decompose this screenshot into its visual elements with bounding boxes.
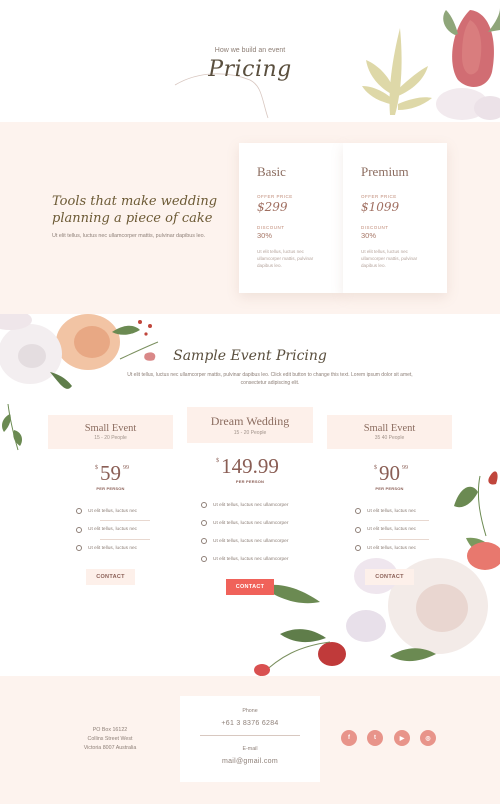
per-person-label: PER PERSON [96,486,125,491]
currency-symbol: $ [216,458,220,464]
feature-list: Ut elit tellus, luctus nec Ut elit tellu… [48,502,173,557]
footer: PO Box 16122 Collins Street West Victori… [0,676,500,804]
tier-header: Dream Wedding 15 - 20 People [187,407,313,443]
address: PO Box 16122 Collins Street West Victori… [74,726,146,753]
feature-item[interactable]: Ut elit tellus, luctus nec ullamcorper [201,532,313,550]
feature-item[interactable]: Ut elit tellus, luctus nec [355,521,452,539]
card-description: Ut elit tellus, luctus nec ullamcorper m… [361,249,418,268]
contact-button[interactable]: CONTACT [86,569,135,585]
tier-price: $ 59 99 [95,461,129,486]
phone-label: Phone [242,708,258,714]
discount-label: DISCOUNT [361,225,389,230]
phone-number[interactable]: +61 3 8376 6284 [180,720,320,727]
feature-item[interactable]: Ut elit tellus, luctus nec [76,502,173,520]
price-value: 90 [379,461,400,485]
feature-item[interactable]: Ut elit tellus, luctus nec ullamcorper [201,550,313,568]
tier-people: 15 - 20 People [94,435,127,441]
tier-people: 15 - 20 People [233,430,267,436]
card-title: Basic [257,164,286,179]
tier-name: Dream Wedding [210,414,290,428]
radio-icon[interactable] [76,545,82,551]
feature-item[interactable]: Ut elit tellus, luctus nec ullamcorper [201,514,313,532]
offer-price: $1099 [361,200,400,214]
radio-icon[interactable] [355,508,361,514]
feature-item[interactable]: Ut elit tellus, luctus nec [355,539,452,557]
offer-price-label: OFFER PRICE [361,194,397,199]
feature-item[interactable]: Ut elit tellus, luctus nec [76,521,173,539]
radio-icon[interactable] [355,526,361,533]
card-description: Ut elit tellus, luctus nec ullamcorper m… [257,249,314,268]
instagram-icon[interactable]: ◎ [420,730,436,746]
contact-card: Phone +61 3 8376 6284 E-mail mail@gmail.… [180,696,320,782]
feature-text: Ut elit tellus, luctus nec ullamcorper [213,556,289,562]
pricing-tier-small-event-2: Small Event 35 40 People $ 90 99 PER PER… [327,415,452,585]
feature-text: Ut elit tellus, luctus nec ullamcorper [213,502,289,508]
offer-price-label: OFFER PRICE [257,194,293,199]
per-person-label: PER PERSON [375,486,404,491]
radio-icon[interactable] [201,556,207,562]
feature-item[interactable]: Ut elit tellus, luctus nec ullamcorper [201,496,313,514]
radio-icon[interactable] [201,520,207,526]
feature-item[interactable]: Ut elit tellus, luctus nec [355,502,452,520]
pricing-tier-dream-wedding: Dream Wedding 15 - 20 People $ 149.99 PE… [187,407,313,595]
feature-text: Ut elit tellus, luctus nec [88,545,138,551]
address-line: Victoria 8007 Australia [83,745,137,751]
email-address[interactable]: mail@gmail.com [180,758,320,765]
tier-price: $ 90 99 [374,461,408,486]
feature-item[interactable]: Ut elit tellus, luctus nec [76,539,173,557]
discount-label: DISCOUNT [257,225,285,230]
price-value: 59 [100,461,121,485]
page-title: Pricing [208,57,292,82]
discount-value: 30% [361,231,377,240]
hero-section: How we build an event Pricing [0,0,500,122]
email-label: E-mail [242,745,258,752]
contact-button[interactable]: CONTACT [365,569,414,585]
facebook-icon[interactable]: f [341,730,357,746]
address-line: PO Box 16122 [92,727,128,733]
sample-pricing-description: Ut elit tellus, luctus nec ullamcorper m… [127,372,413,386]
feature-text: Ut elit tellus, luctus nec ullamcorper [213,520,289,526]
radio-icon[interactable] [355,545,361,551]
address-line: Collins Street West [87,736,133,742]
tools-heading: Tools that make wedding planning a piece… [52,194,218,226]
feature-text: Ut elit tellus, luctus nec [88,508,138,514]
feature-list: Ut elit tellus, luctus nec Ut elit tellu… [327,502,452,557]
price-cents: 99 [123,465,129,471]
feature-text: Ut elit tellus, luctus nec ullamcorper [213,538,289,544]
radio-icon[interactable] [201,538,207,544]
tier-name: Small Event [84,423,137,434]
offer-price: $299 [257,200,288,214]
radio-icon[interactable] [201,502,207,508]
sample-pricing-title: Sample Event Pricing [173,348,327,364]
tier-header: Small Event 15 - 20 People [48,415,173,449]
radio-icon[interactable] [76,526,82,533]
tier-name: Small Event [363,423,416,434]
feature-text: Ut elit tellus, luctus nec [88,527,138,532]
basic-price-card: Basic OFFER PRICE $299 DISCOUNT 30% Ut e… [239,143,343,293]
youtube-icon[interactable]: ▶ [394,730,410,746]
currency-symbol: $ [95,465,98,471]
radio-icon[interactable] [76,508,82,514]
card-title: Premium [361,164,409,179]
price-value: 149.99 [221,454,279,478]
discount-value: 30% [257,231,273,240]
divider [200,735,300,736]
tier-header: Small Event 35 40 People [327,415,452,449]
currency-symbol: $ [374,465,377,471]
premium-price-card: Premium OFFER PRICE $1099 DISCOUNT 30% U… [343,143,447,293]
pricing-tier-small-event: Small Event 15 - 20 People $ 59 99 PER P… [48,415,173,585]
tier-people: 35 40 People [374,435,405,441]
feature-text: Ut elit tellus, luctus nec [367,545,417,551]
twitter-icon[interactable]: t [367,730,383,746]
feature-text: Ut elit tellus, luctus nec [367,508,417,514]
tools-description: Ut elit tellus, luctus nec ullamcorper m… [52,233,206,239]
contact-button[interactable]: CONTACT [225,579,275,595]
tier-price: $ 149.99 [216,454,279,479]
feature-list: Ut elit tellus, luctus nec ullamcorper U… [187,496,313,568]
per-person-label: PER PERSON [235,479,265,484]
feature-text: Ut elit tellus, luctus nec [367,527,417,532]
hero-kicker: How we build an event [214,47,286,54]
price-cents: 99 [402,465,408,471]
